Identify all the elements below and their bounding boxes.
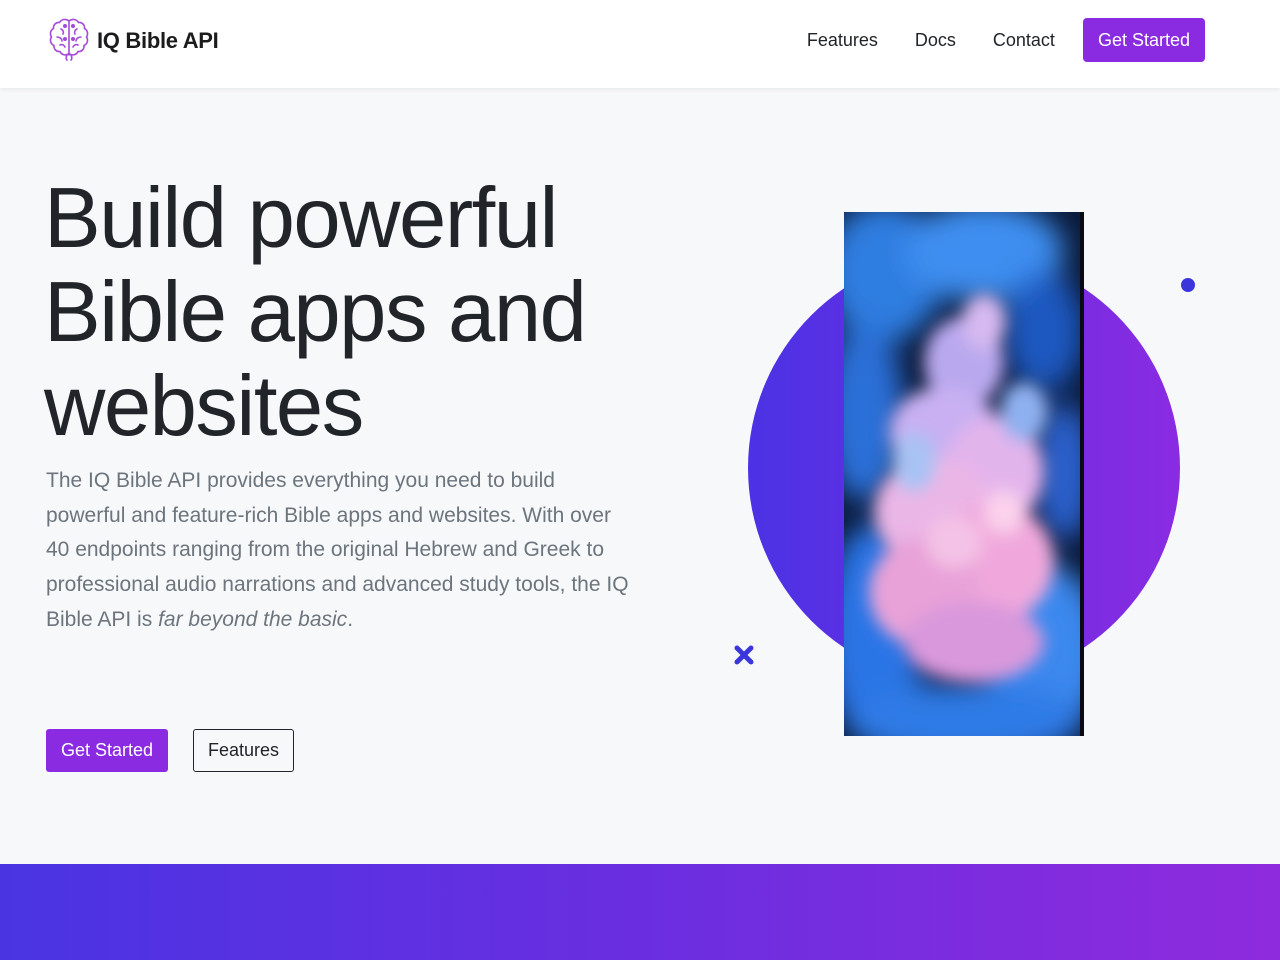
- nav-get-started-button[interactable]: Get Started: [1082, 18, 1205, 62]
- nav-links: Features Docs Contact Get Started: [770, 18, 1205, 62]
- navbar: IQ Bible API Features Docs Contact Get S…: [0, 0, 1280, 88]
- nav-link-contact[interactable]: Contact: [993, 18, 1055, 62]
- features-button[interactable]: Features: [193, 729, 295, 772]
- hero-title-line: Bible apps and: [44, 265, 587, 360]
- hero-title: Build powerful Bible apps and websites: [44, 172, 684, 454]
- gradient-section: [0, 864, 1280, 960]
- get-started-button[interactable]: Get Started: [46, 729, 169, 772]
- brain-icon: [45, 15, 93, 68]
- brand-link[interactable]: IQ Bible API: [45, 16, 219, 66]
- brand-name: IQ Bible API: [97, 28, 219, 53]
- nav-link-features[interactable]: Features: [807, 18, 878, 62]
- hero-description-emphasis: far beyond the basic: [158, 607, 348, 631]
- hero-video: [844, 212, 1084, 736]
- decorative-cross-icon: [734, 645, 754, 665]
- nav-link-docs[interactable]: Docs: [915, 18, 956, 62]
- decorative-dot: [1181, 278, 1195, 292]
- hero-description-text: The IQ Bible API provides everything you…: [46, 469, 629, 631]
- hero-title-line: websites: [44, 359, 364, 454]
- ink-smoke-image: [844, 212, 1084, 736]
- hero-title-line: Build powerful: [44, 171, 558, 266]
- hero-description: The IQ Bible API provides everything you…: [46, 464, 636, 638]
- hero-description-end: .: [347, 607, 354, 631]
